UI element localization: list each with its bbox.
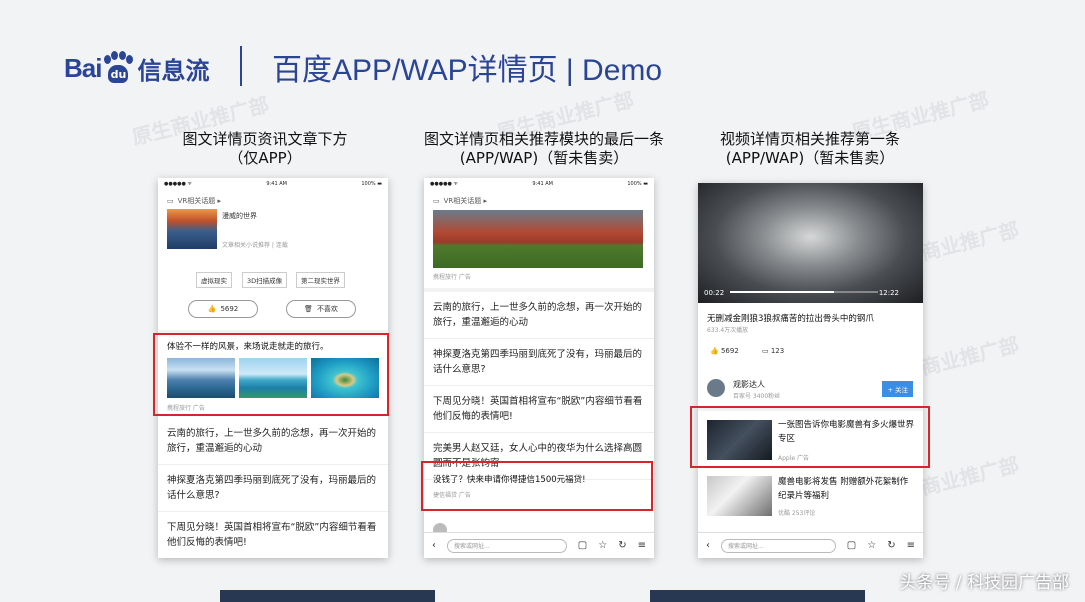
logo-text-xinxiliu: 信息流 [137, 56, 210, 85]
baidu-feed-logo: Bai du 信息流 [64, 48, 209, 88]
video-total-time: 12:22 [878, 289, 899, 297]
status-bar: ●●●●● ᯤ 9:41 AM 100% ▬ [430, 181, 648, 187]
item-meta: 优酷 253评论 [778, 510, 816, 517]
topic-tag[interactable]: 3D扫描成像 [242, 272, 288, 288]
column-caption: 视频详情页相关推荐第一条 (APP/WAP)（暂未售卖） [719, 130, 900, 167]
header-divider [240, 46, 242, 86]
refresh-icon[interactable]: ↻ [618, 540, 626, 551]
article-thumbnail[interactable] [167, 209, 217, 249]
comment-icon[interactable]: ▢ [847, 540, 856, 551]
ad-source: 携程旅行 广告 [433, 274, 471, 281]
like-button[interactable]: 👍 5692 [188, 300, 258, 318]
author-name[interactable]: 观影达人 [733, 379, 765, 390]
comment-icon[interactable]: ▢ [578, 540, 587, 551]
back-icon[interactable]: ‹ [706, 540, 710, 551]
status-bar: ●●●●● ᯤ 9:41 AM 100% ▬ [164, 181, 382, 187]
column-caption: 图文详情页相关推荐模块的最后一条 (APP/WAP)（暂未售卖） [423, 130, 664, 167]
video-title: 无删减金刚狼3狼叔痛苦的拉出骨头中的钢爪 [707, 314, 874, 324]
thumbs-up-icon: 👍 [207, 305, 217, 313]
list-item[interactable]: 下周见分晓！英国首相将宣布“脱欧”内容细节看看他们反悔的表情吧! [158, 512, 388, 558]
column-caption: 图文详情页资讯文章下方 （仅APP） [182, 130, 348, 167]
search-input[interactable]: 搜索或网址... [447, 538, 567, 553]
article-meta: 文章相关小说推荐 | 连载 [222, 242, 288, 249]
topic-icon: ▭ [167, 197, 174, 205]
source-credit: 头条号 / 科技园广告部 [899, 573, 1069, 593]
list-item[interactable]: 云南的旅行，上一世多久前的念想，再一次开始的旅行，重温邂逅的心动 [424, 292, 654, 339]
menu-icon[interactable]: ≡ [907, 540, 915, 551]
list-item[interactable]: 云南的旅行，上一世多久前的念想，再一次开始的旅行，重温邂逅的心动 [158, 418, 388, 465]
phone-mockup-video: 00:22 12:22 无删减金刚狼3狼叔痛苦的拉出骨头中的钢爪 633.4万次… [698, 183, 923, 558]
list-item[interactable]: 魔兽电影将发售 附赠额外花絮制作纪录片等福利 [778, 475, 916, 503]
back-icon[interactable]: ‹ [432, 540, 436, 551]
refresh-icon[interactable]: ↻ [887, 540, 895, 551]
star-icon[interactable]: ☆ [598, 540, 607, 551]
author-meta: 百家号 3400粉丝 [733, 393, 781, 400]
topic-header[interactable]: ▭ VR相关话题 ▸ [424, 190, 654, 212]
comment-button[interactable]: ▭ 123 [762, 347, 784, 355]
logo-text-bai: Bai [64, 52, 102, 83]
logo-text-du: du [108, 65, 129, 83]
browser-toolbar: ‹ 搜索或网址... ▢ ☆ ↻ ≡ [698, 532, 923, 558]
ad-image[interactable] [433, 210, 643, 268]
ad-highlight-box [421, 461, 653, 511]
list-item[interactable]: 神探夏洛克第四季玛丽到底死了没有，玛丽最后的话什么意思? [158, 465, 388, 512]
ad-highlight-box [153, 333, 389, 416]
video-player[interactable]: 00:22 12:22 [698, 183, 923, 303]
video-progress-bar[interactable] [730, 291, 878, 293]
baidu-paw-icon: du [102, 51, 134, 85]
like-button[interactable]: 👍 5692 [710, 347, 739, 355]
video-elapsed-time: 00:22 [704, 289, 725, 297]
avatar[interactable] [707, 379, 725, 397]
trash-icon: 🗑 [304, 305, 313, 313]
slide-header: Bai du 信息流 百度APP/WAP详情页 | Demo [0, 40, 1085, 100]
topic-tag[interactable]: 第二现实世界 [296, 272, 345, 288]
follow-button[interactable]: + 关注 [882, 381, 913, 397]
star-icon[interactable]: ☆ [867, 540, 876, 551]
list-item[interactable]: 下周见分晓！英国首相将宣布“脱欧”内容细节看看他们反悔的表情吧! [424, 386, 654, 433]
list-item[interactable]: 神探夏洛克第四季玛丽到底死了没有，玛丽最后的话什么意思? [424, 339, 654, 386]
search-input[interactable]: 搜索或网址... [721, 538, 836, 553]
article-title[interactable]: 漫威的世界 [222, 211, 257, 221]
dislike-button[interactable]: 🗑 不喜欢 [286, 300, 356, 318]
topic-tag[interactable]: 虚拟现实 [196, 272, 232, 288]
ad-highlight-box [690, 406, 930, 468]
browser-toolbar: ‹ 搜索或网址... ▢ ☆ ↻ ≡ [424, 532, 654, 558]
video-thumbnail[interactable] [707, 476, 772, 516]
topic-icon: ▭ [433, 197, 440, 205]
page-title: 百度APP/WAP详情页 | Demo [272, 54, 663, 87]
video-views: 633.4万次播放 [707, 327, 749, 334]
menu-icon[interactable]: ≡ [638, 540, 646, 551]
